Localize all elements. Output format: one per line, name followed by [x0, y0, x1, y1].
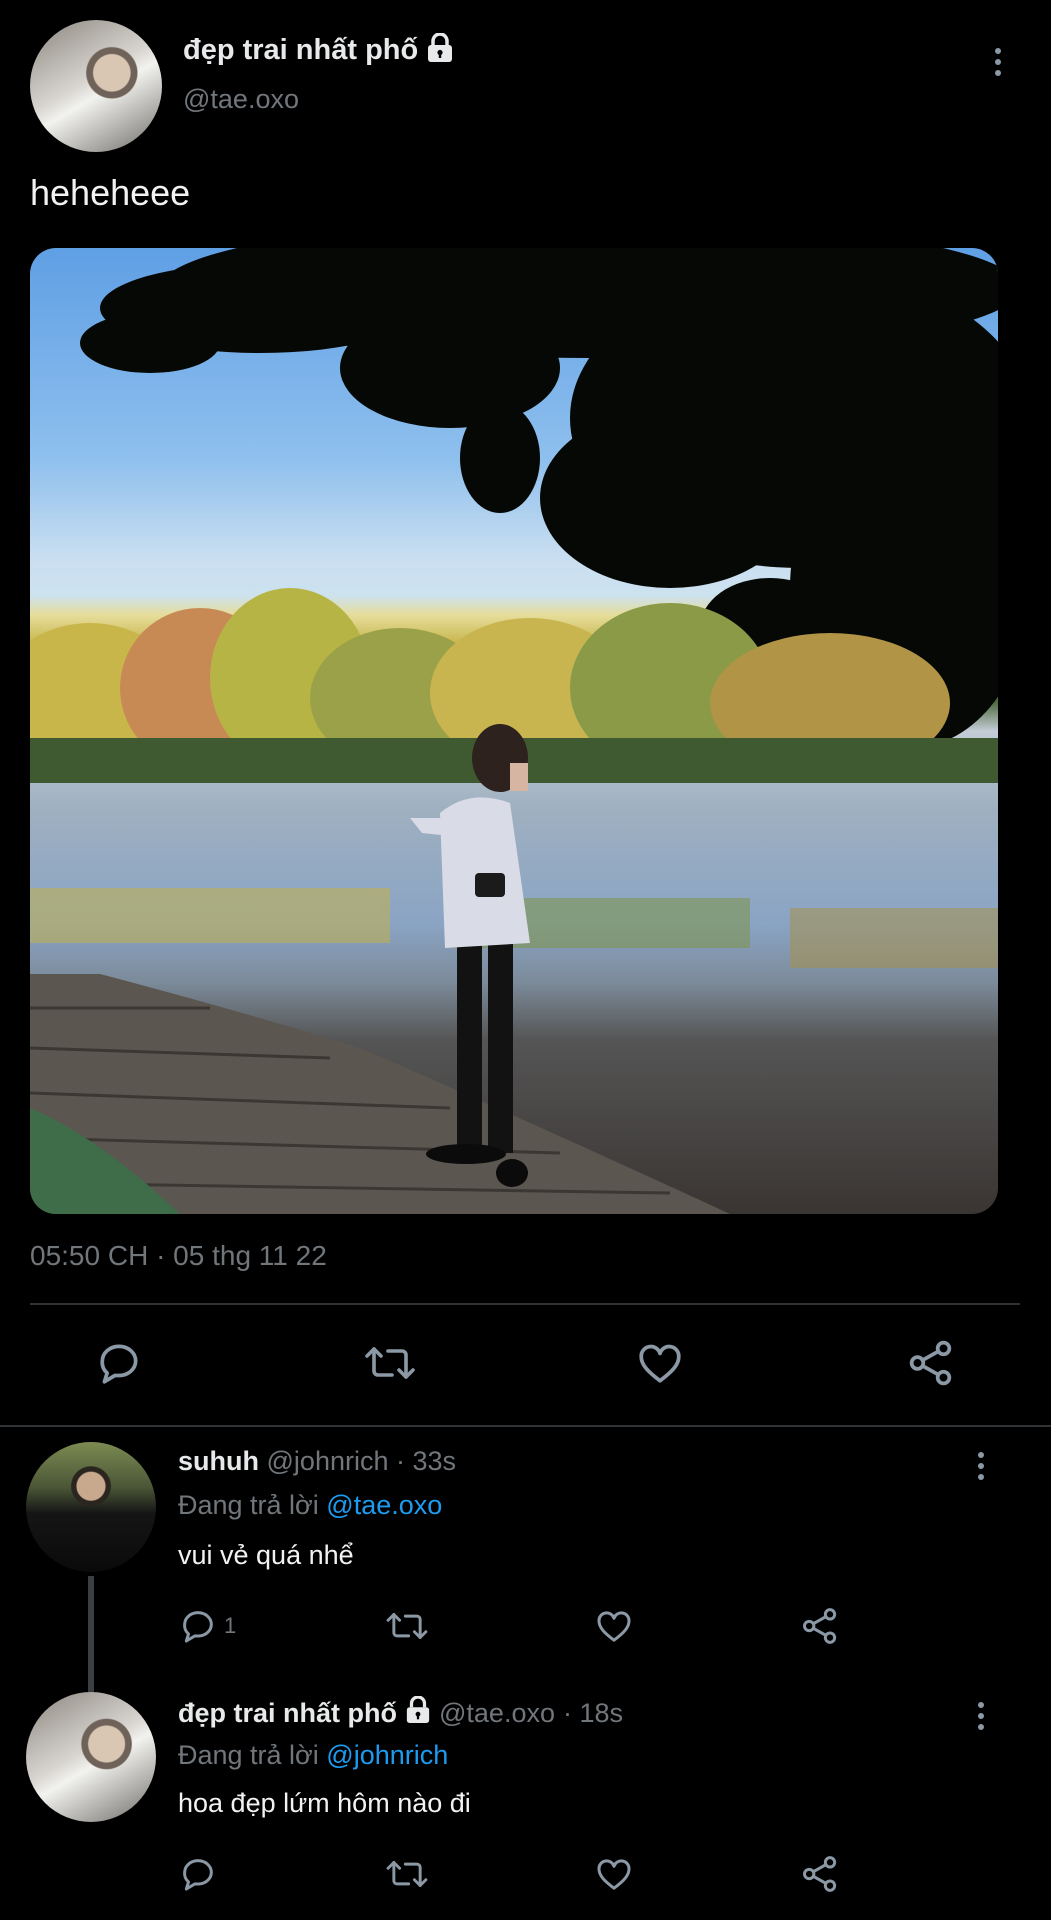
reply-author-handle[interactable]: @tae.oxo — [439, 1698, 555, 1729]
more-options-button[interactable] — [986, 42, 1010, 82]
reply-icon — [183, 1859, 213, 1891]
reply-retweet-button[interactable] — [384, 1854, 430, 1894]
retweet-icon — [365, 1347, 415, 1379]
reply-author-name[interactable]: đẹp trai nhất phố — [178, 1698, 397, 1729]
post-timestamp[interactable]: 05:50 CH · 05 thg 11 22 — [30, 1240, 327, 1272]
reply-time[interactable]: · 18s — [563, 1698, 623, 1729]
reply-icon — [183, 1611, 213, 1643]
post-divider — [30, 1303, 1020, 1305]
reply-more-button[interactable] — [969, 1696, 993, 1736]
like-icon — [597, 1611, 631, 1642]
lock-icon — [426, 31, 454, 68]
replying-label: Đang trả lời — [178, 1740, 319, 1770]
thread-line — [88, 1576, 94, 1692]
replying-label: Đang trả lời — [178, 1490, 319, 1520]
reply-avatar[interactable] — [26, 1692, 156, 1822]
reply-share-button[interactable] — [800, 1606, 840, 1646]
reply-header: suhuh @johnrich · 33s — [178, 1446, 456, 1477]
reply-time[interactable]: · 33s — [396, 1446, 456, 1476]
like-icon — [639, 1344, 681, 1383]
share-button[interactable] — [906, 1338, 956, 1388]
post-text: heheheee — [30, 172, 191, 213]
share-icon — [909, 1340, 952, 1386]
section-divider — [0, 1425, 1051, 1427]
author-name[interactable]: đẹp trai nhất phố — [183, 34, 418, 67]
reply-text: hoa đẹp lứm hôm nào đi — [178, 1788, 471, 1818]
retweet-icon — [386, 1613, 428, 1639]
reply-author-name[interactable]: suhuh — [178, 1446, 259, 1476]
like-icon — [597, 1859, 631, 1890]
author-name-row[interactable]: đẹp trai nhất phố — [183, 30, 454, 70]
like-button[interactable] — [634, 1338, 686, 1388]
reply-reply-button[interactable] — [178, 1854, 218, 1894]
reply-reply-button[interactable]: 1 — [178, 1606, 236, 1646]
share-icon — [803, 1608, 837, 1644]
reply-like-button[interactable] — [593, 1854, 635, 1894]
share-icon — [803, 1856, 837, 1892]
post-photo[interactable] — [30, 248, 998, 1214]
reply-header: đẹp trai nhất phố @tae.oxo · 18s — [178, 1695, 623, 1731]
retweet-button[interactable] — [362, 1338, 418, 1388]
replying-to-line: Đang trả lời @tae.oxo — [178, 1490, 442, 1521]
reply-retweet-button[interactable] — [384, 1606, 430, 1646]
reply-avatar[interactable] — [26, 1442, 156, 1572]
reply-text: vui vẻ quá nhể — [178, 1540, 354, 1570]
author-avatar[interactable] — [30, 20, 162, 152]
reply-count: 1 — [224, 1613, 237, 1638]
author-handle[interactable]: @tae.oxo — [183, 84, 299, 115]
retweet-icon — [386, 1861, 428, 1887]
reply-button[interactable] — [94, 1338, 144, 1388]
replying-to-line: Đang trả lời @johnrich — [178, 1740, 448, 1771]
reply-author-handle[interactable]: @johnrich — [267, 1446, 389, 1476]
reply-more-button[interactable] — [969, 1446, 993, 1486]
reply-share-button[interactable] — [800, 1854, 840, 1894]
reply-icon — [100, 1344, 138, 1384]
replying-to-link[interactable]: @tae.oxo — [326, 1490, 442, 1520]
lock-icon — [405, 1695, 431, 1731]
reply-like-button[interactable] — [593, 1606, 635, 1646]
replying-to-link[interactable]: @johnrich — [326, 1740, 448, 1770]
photo-scene — [30, 248, 998, 1214]
